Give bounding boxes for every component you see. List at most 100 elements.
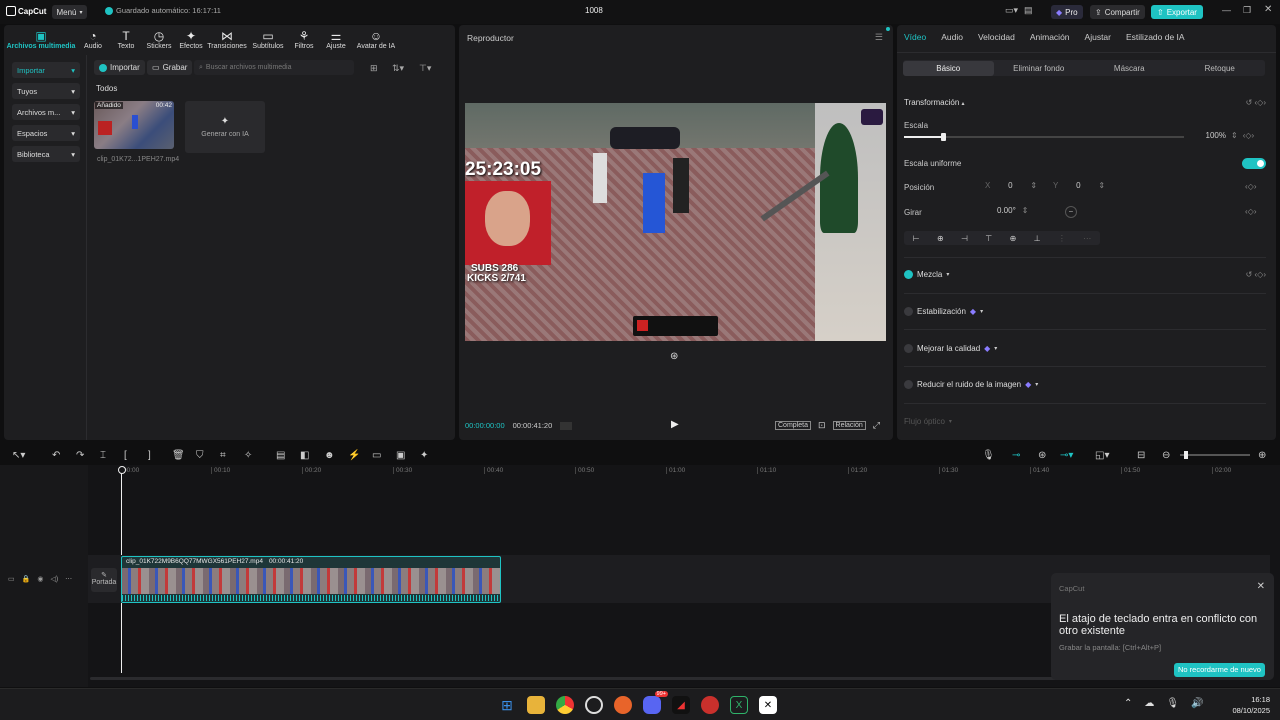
grid-view-icon[interactable]: ⊞ [370,63,378,74]
preview-axis-icon[interactable]: ◱▾ [1095,450,1109,461]
fullscreen-icon[interactable]: ⤢ [873,420,880,431]
pro-button[interactable]: ◆ Pro [1051,5,1083,19]
tab-subtitles[interactable]: ▭ Subtítulos [248,29,288,50]
quality-checkbox[interactable] [904,344,913,353]
tab-ai-style[interactable]: Estilizado de IA [1126,32,1185,42]
sort-icon[interactable]: ⇅▾ [392,63,404,74]
excel-icon[interactable]: X [730,696,748,714]
tab-speed[interactable]: Velocidad [978,32,1015,42]
close-icon[interactable]: ✕ [1264,4,1272,15]
magic-icon[interactable]: ⚡ [348,450,360,461]
sidebar-item-yours[interactable]: Tuyos ▾ [12,83,80,99]
sidebar-item-import[interactable]: Importar ▾ [12,62,80,78]
mirror-icon[interactable]: ◧ [300,450,309,461]
more-icon[interactable]: ⋯ [65,575,72,583]
filter-icon[interactable]: ⊤▾ [419,63,431,74]
image-icon[interactable]: ▣ [396,450,405,461]
lock-icon[interactable]: 🔒 [22,575,31,583]
firefox-icon[interactable] [614,696,632,714]
import-button[interactable]: Importar [94,60,145,75]
sparkle-icon[interactable]: ✦ [420,450,428,461]
chevron-up-icon[interactable]: ⌃ [1124,698,1132,709]
media-clip-thumbnail[interactable]: Añadido 00:42 [94,101,174,149]
align-right-icon[interactable]: ⊣ [961,234,968,243]
timeline-clip[interactable]: clip_01K722M9B6QQ77MWGX561PEH27.mp4 00:00… [121,556,501,603]
full-quality-button[interactable]: Completa [775,421,811,430]
chrome-icon[interactable] [556,696,574,714]
media-tool-icon[interactable]: ▤ [276,450,285,461]
keyframe-icon[interactable]: ‹◇› [1245,182,1256,191]
track-toggle-icon[interactable]: ▭ [8,575,15,583]
tab-stickers[interactable]: ◷ Stickers [142,29,176,50]
trim-right-icon[interactable]: ] [148,450,151,461]
subtab-mask[interactable]: Máscara [1084,61,1175,76]
search-input[interactable]: ⌕ Buscar archivos multimedia [194,60,354,75]
close-icon[interactable]: ✕ [1257,581,1265,592]
position-y-field[interactable]: Y 0 ⇕ [1053,181,1105,190]
tab-audio-settings[interactable]: Audio [941,32,963,42]
timeline-ruler[interactable]: 00:00 00:10 00:20 00:30 00:40 00:50 01:00 01:10… [120,465,1280,477]
tab-text[interactable]: T Texto [110,29,142,50]
stabilize-checkbox[interactable] [904,307,913,316]
flow-row[interactable]: Flujo óptico ▾ [904,417,952,426]
scale-slider-knob[interactable] [941,133,947,141]
tab-adjust[interactable]: ⚌ Ajuste [320,29,352,50]
tab-animation[interactable]: Animación [1030,32,1070,42]
stabilize-row[interactable]: Estabilización ◆ ▾ [904,307,983,316]
align-center-h-icon[interactable]: ⊕ [937,234,944,243]
crop-icon[interactable]: ⌗ [220,450,226,461]
tab-media[interactable]: ▣ Archivos multimedia [6,29,76,50]
shield-icon[interactable]: ⛉ [196,450,204,461]
sidebar-item-library[interactable]: Biblioteca ▾ [12,146,80,162]
zoom-slider[interactable] [1180,451,1250,459]
scale-field[interactable]: 100% ⇕ ‹◇› [1190,131,1255,140]
select-tool-icon[interactable]: ↖▾ [12,450,25,461]
tab-filters[interactable]: ⚘ Filtros [288,29,320,50]
cover-button[interactable]: ✎ Portada [91,568,117,592]
align-top-icon[interactable]: ⊤ [985,234,992,243]
distribute-h-icon[interactable]: ⋮ [1058,234,1066,243]
ai-tool-icon[interactable]: ✧ [244,450,252,461]
video-preview[interactable]: 25:23:05 SUBS 286 KICKS 2/741 [465,103,886,341]
reset-icon[interactable]: ↺ [1246,270,1253,279]
discord-icon[interactable]: 99+ [643,691,668,714]
obs-icon[interactable] [585,696,603,714]
zoom-slider-knob[interactable] [1184,451,1188,459]
tab-ai-avatar[interactable]: ☺ Avatar de IA [352,29,400,50]
caption-icon[interactable]: ▭ [372,450,381,461]
focus-icon[interactable]: ⊡ [818,420,826,431]
sidebar-item-files[interactable]: Archivos m... ▾ [12,104,80,120]
record-button[interactable]: ▭ Grabar [147,60,193,75]
tab-audio[interactable]: ◔ Audio [76,29,110,50]
windows-start-icon[interactable]: ⊞ [498,696,516,714]
distribute-v-icon[interactable]: ⋯ [1083,234,1091,243]
cloud-icon[interactable]: ☁ [1144,698,1154,709]
tab-adjust-settings[interactable]: Ajustar [1085,32,1111,42]
speaker-icon[interactable]: ◁) [50,575,58,583]
shortcuts-icon[interactable]: ▤ [1024,5,1033,16]
noise-checkbox[interactable] [904,380,913,389]
blend-checkbox[interactable] [904,270,913,279]
subtab-retouch[interactable]: Retoque [1175,61,1266,76]
rotate-dial-icon[interactable]: – [1065,206,1077,218]
tab-video[interactable]: Vídeo [904,32,926,42]
minimize-icon[interactable]: — [1222,5,1231,15]
align-left-icon[interactable]: ⊢ [913,234,920,243]
align-bottom-icon[interactable]: ⊥ [1034,234,1041,243]
align-center-v-icon[interactable]: ⊕ [1010,234,1017,243]
play-icon[interactable]: ▶ [671,419,679,430]
rotate-icon[interactable]: ⊛ [670,351,678,362]
zoom-out-icon[interactable]: ⊖ [1162,450,1170,461]
stepper-icon[interactable]: ⇕ [1231,131,1238,140]
sidebar-item-spaces[interactable]: Espacios ▾ [12,125,80,141]
scale-slider[interactable] [904,133,1184,141]
maximize-icon[interactable]: ❐ [1243,5,1251,16]
person-icon[interactable]: ☻ [324,450,335,461]
rotate-field[interactable]: 0.00° ⇕ [997,206,1028,215]
keyframe-icon[interactable]: ‹◇› [1245,207,1256,216]
rockstar-icon[interactable] [701,696,719,714]
capcut-icon[interactable]: ✕ [759,696,777,714]
split-icon[interactable]: ⌶ [100,450,106,461]
eye-icon[interactable]: ◉ [37,575,43,583]
ratio-button[interactable]: Relación [832,421,866,430]
